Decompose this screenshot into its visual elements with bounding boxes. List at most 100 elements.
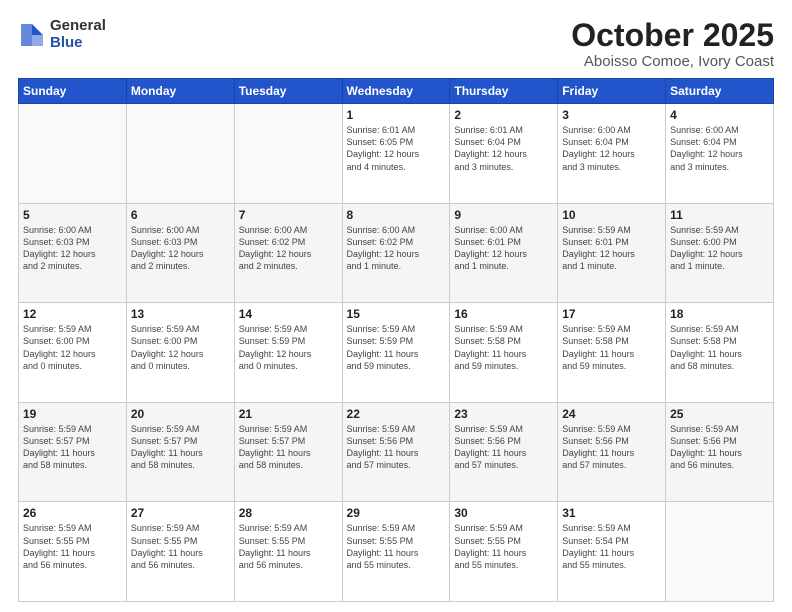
day-number: 6 [131, 208, 230, 222]
calendar-cell: 10 Sunrise: 5:59 AM Sunset: 6:01 PM Dayli… [558, 203, 666, 303]
day-info: Sunrise: 5:59 AM Sunset: 5:56 PM Dayligh… [347, 423, 446, 472]
subtitle: Aboisso Comoe, Ivory Coast [571, 53, 774, 70]
calendar-cell: 20 Sunrise: 5:59 AM Sunset: 5:57 PM Dayli… [126, 402, 234, 502]
day-info: Sunrise: 5:59 AM Sunset: 6:00 PM Dayligh… [131, 323, 230, 372]
day-number: 20 [131, 407, 230, 421]
calendar-week-row: 26 Sunrise: 5:59 AM Sunset: 5:55 PM Dayli… [19, 502, 774, 602]
calendar-table: SundayMondayTuesdayWednesdayThursdayFrid… [18, 78, 774, 602]
day-number: 17 [562, 307, 661, 321]
day-info: Sunrise: 5:59 AM Sunset: 5:56 PM Dayligh… [562, 423, 661, 472]
day-number: 23 [454, 407, 553, 421]
calendar-cell [19, 104, 127, 204]
month-title: October 2025 [571, 18, 774, 53]
day-number: 30 [454, 506, 553, 520]
day-number: 8 [347, 208, 446, 222]
calendar-cell: 29 Sunrise: 5:59 AM Sunset: 5:55 PM Dayli… [342, 502, 450, 602]
day-number: 25 [670, 407, 769, 421]
day-number: 16 [454, 307, 553, 321]
day-number: 9 [454, 208, 553, 222]
calendar-cell: 23 Sunrise: 5:59 AM Sunset: 5:56 PM Dayli… [450, 402, 558, 502]
day-info: Sunrise: 5:59 AM Sunset: 5:57 PM Dayligh… [131, 423, 230, 472]
day-info: Sunrise: 5:59 AM Sunset: 5:58 PM Dayligh… [562, 323, 661, 372]
calendar-week-row: 5Sunrise: 6:00 AM Sunset: 6:03 PM Daylig… [19, 203, 774, 303]
day-info: Sunrise: 6:00 AM Sunset: 6:03 PM Dayligh… [131, 224, 230, 273]
day-number: 29 [347, 506, 446, 520]
logo: General Blue [18, 18, 106, 51]
calendar-cell: 13 Sunrise: 5:59 AM Sunset: 6:00 PM Dayli… [126, 303, 234, 403]
day-info: Sunrise: 5:59 AM Sunset: 5:56 PM Dayligh… [454, 423, 553, 472]
day-info: Sunrise: 5:59 AM Sunset: 6:00 PM Dayligh… [23, 323, 122, 372]
calendar-cell: 30 Sunrise: 5:59 AM Sunset: 5:55 PM Dayli… [450, 502, 558, 602]
calendar-cell: 31 Sunrise: 5:59 AM Sunset: 5:54 PM Dayli… [558, 502, 666, 602]
logo-icon [18, 21, 46, 49]
calendar-cell: 14 Sunrise: 5:59 AM Sunset: 5:59 PM Dayli… [234, 303, 342, 403]
calendar-cell: 24 Sunrise: 5:59 AM Sunset: 5:56 PM Dayli… [558, 402, 666, 502]
calendar-cell: 3 Sunrise: 6:00 AM Sunset: 6:04 PM Daylig… [558, 104, 666, 204]
calendar-cell: 5Sunrise: 6:00 AM Sunset: 6:03 PM Daylig… [19, 203, 127, 303]
day-number: 22 [347, 407, 446, 421]
calendar-header-row: SundayMondayTuesdayWednesdayThursdayFrid… [19, 79, 774, 104]
day-number: 14 [239, 307, 338, 321]
day-number: 13 [131, 307, 230, 321]
calendar-cell: 18 Sunrise: 5:59 AM Sunset: 5:58 PM Dayli… [666, 303, 774, 403]
day-info: Sunrise: 5:59 AM Sunset: 5:55 PM Dayligh… [239, 522, 338, 571]
day-info: Sunrise: 5:59 AM Sunset: 5:55 PM Dayligh… [454, 522, 553, 571]
day-info: Sunrise: 5:59 AM Sunset: 5:55 PM Dayligh… [131, 522, 230, 571]
logo-general: General [50, 18, 106, 35]
day-number: 21 [239, 407, 338, 421]
calendar-cell: 27Sunrise: 5:59 AM Sunset: 5:55 PM Dayli… [126, 502, 234, 602]
calendar-cell: 2Sunrise: 6:01 AM Sunset: 6:04 PM Daylig… [450, 104, 558, 204]
page: General Blue October 2025 Aboisso Comoe,… [0, 0, 792, 612]
day-info: Sunrise: 6:01 AM Sunset: 6:05 PM Dayligh… [347, 124, 446, 173]
calendar-cell: 7Sunrise: 6:00 AM Sunset: 6:02 PM Daylig… [234, 203, 342, 303]
day-info: Sunrise: 5:59 AM Sunset: 5:55 PM Dayligh… [23, 522, 122, 571]
calendar-cell: 21 Sunrise: 5:59 AM Sunset: 5:57 PM Dayli… [234, 402, 342, 502]
day-info: Sunrise: 5:59 AM Sunset: 5:58 PM Dayligh… [454, 323, 553, 372]
calendar-cell: 6 Sunrise: 6:00 AM Sunset: 6:03 PM Daylig… [126, 203, 234, 303]
day-info: Sunrise: 6:01 AM Sunset: 6:04 PM Dayligh… [454, 124, 553, 173]
day-info: Sunrise: 6:00 AM Sunset: 6:01 PM Dayligh… [454, 224, 553, 273]
weekday-header: Wednesday [342, 79, 450, 104]
calendar-cell: 25Sunrise: 5:59 AM Sunset: 5:56 PM Dayli… [666, 402, 774, 502]
calendar-cell: 19 Sunrise: 5:59 AM Sunset: 5:57 PM Dayli… [19, 402, 127, 502]
day-info: Sunrise: 6:00 AM Sunset: 6:02 PM Dayligh… [239, 224, 338, 273]
day-info: Sunrise: 5:59 AM Sunset: 5:58 PM Dayligh… [670, 323, 769, 372]
calendar-cell [666, 502, 774, 602]
day-number: 15 [347, 307, 446, 321]
day-number: 10 [562, 208, 661, 222]
day-number: 26 [23, 506, 122, 520]
day-number: 31 [562, 506, 661, 520]
calendar-cell: 16 Sunrise: 5:59 AM Sunset: 5:58 PM Dayli… [450, 303, 558, 403]
calendar-cell: 12Sunrise: 5:59 AM Sunset: 6:00 PM Dayli… [19, 303, 127, 403]
day-number: 19 [23, 407, 122, 421]
day-number: 24 [562, 407, 661, 421]
weekday-header: Thursday [450, 79, 558, 104]
day-number: 18 [670, 307, 769, 321]
day-number: 1 [347, 108, 446, 122]
calendar-cell [126, 104, 234, 204]
day-info: Sunrise: 6:00 AM Sunset: 6:04 PM Dayligh… [562, 124, 661, 173]
day-info: Sunrise: 5:59 AM Sunset: 5:57 PM Dayligh… [239, 423, 338, 472]
day-info: Sunrise: 5:59 AM Sunset: 5:55 PM Dayligh… [347, 522, 446, 571]
calendar-cell: 22 Sunrise: 5:59 AM Sunset: 5:56 PM Dayli… [342, 402, 450, 502]
calendar-cell: 1 Sunrise: 6:01 AM Sunset: 6:05 PM Daylig… [342, 104, 450, 204]
calendar-cell: 11Sunrise: 5:59 AM Sunset: 6:00 PM Dayli… [666, 203, 774, 303]
weekday-header: Sunday [19, 79, 127, 104]
weekday-header: Monday [126, 79, 234, 104]
calendar-week-row: 1 Sunrise: 6:01 AM Sunset: 6:05 PM Daylig… [19, 104, 774, 204]
day-number: 28 [239, 506, 338, 520]
day-info: Sunrise: 5:59 AM Sunset: 5:57 PM Dayligh… [23, 423, 122, 472]
calendar-cell: 8 Sunrise: 6:00 AM Sunset: 6:02 PM Daylig… [342, 203, 450, 303]
day-info: Sunrise: 5:59 AM Sunset: 6:00 PM Dayligh… [670, 224, 769, 273]
calendar-week-row: 12Sunrise: 5:59 AM Sunset: 6:00 PM Dayli… [19, 303, 774, 403]
calendar-cell [234, 104, 342, 204]
title-block: October 2025 Aboisso Comoe, Ivory Coast [571, 18, 774, 70]
day-info: Sunrise: 5:59 AM Sunset: 6:01 PM Dayligh… [562, 224, 661, 273]
logo-text: General Blue [50, 18, 106, 51]
day-info: Sunrise: 5:59 AM Sunset: 5:59 PM Dayligh… [239, 323, 338, 372]
day-number: 3 [562, 108, 661, 122]
day-info: Sunrise: 6:00 AM Sunset: 6:02 PM Dayligh… [347, 224, 446, 273]
day-info: Sunrise: 6:00 AM Sunset: 6:03 PM Dayligh… [23, 224, 122, 273]
day-info: Sunrise: 6:00 AM Sunset: 6:04 PM Dayligh… [670, 124, 769, 173]
day-info: Sunrise: 5:59 AM Sunset: 5:54 PM Dayligh… [562, 522, 661, 571]
